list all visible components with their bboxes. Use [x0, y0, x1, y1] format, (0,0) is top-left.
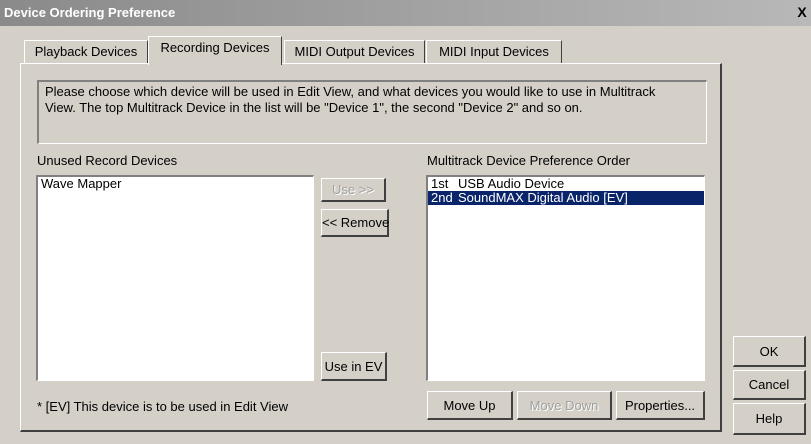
move-down-button[interactable]: Move Down [517, 391, 612, 420]
remove-button[interactable]: << Remove [321, 209, 389, 237]
close-button[interactable]: X [795, 4, 809, 21]
window-title: Device Ordering Preference [4, 5, 176, 20]
list-item-name: SoundMAX Digital Audio [EV] [458, 190, 628, 205]
use-button[interactable]: Use >> [321, 178, 386, 202]
info-line-1: Please choose which device will be used … [45, 84, 656, 99]
ok-button[interactable]: OK [733, 336, 806, 367]
tab-playback-devices[interactable]: Playback Devices [24, 40, 148, 64]
list-item-name: USB Audio Device [458, 176, 565, 191]
info-line-2: View. The top Multitrack Device in the l… [45, 100, 583, 115]
info-text-box: Please choose which device will be used … [37, 80, 707, 144]
window-titlebar: Device Ordering Preference X [0, 0, 811, 26]
help-button[interactable]: Help [733, 403, 806, 435]
properties-button[interactable]: Properties... [616, 391, 705, 420]
move-up-button[interactable]: Move Up [427, 391, 513, 420]
unused-devices-label: Unused Record Devices [37, 153, 178, 168]
multitrack-order-label: Multitrack Device Preference Order [427, 153, 631, 168]
list-item-order: 2nd [431, 190, 453, 205]
ev-footnote: * [EV] This device is to be used in Edit… [37, 399, 288, 414]
list-item[interactable]: 2nd SoundMAX Digital Audio [EV] [428, 191, 704, 205]
list-item-order: 1st [431, 176, 449, 191]
use-in-ev-button[interactable]: Use in EV [321, 352, 387, 381]
list-item[interactable]: 1st USB Audio Device [428, 177, 704, 191]
unused-devices-listbox[interactable]: Wave Mapper [36, 175, 314, 381]
tab-midi-output-devices[interactable]: MIDI Output Devices [284, 40, 425, 64]
tab-midi-input-devices[interactable]: MIDI Input Devices [426, 40, 562, 64]
tab-recording-devices[interactable]: Recording Devices [148, 36, 282, 65]
cancel-button[interactable]: Cancel [733, 370, 806, 400]
multitrack-order-listbox[interactable]: 1st USB Audio Device 2nd SoundMAX Digital … [426, 175, 705, 381]
list-item[interactable]: Wave Mapper [38, 177, 313, 191]
